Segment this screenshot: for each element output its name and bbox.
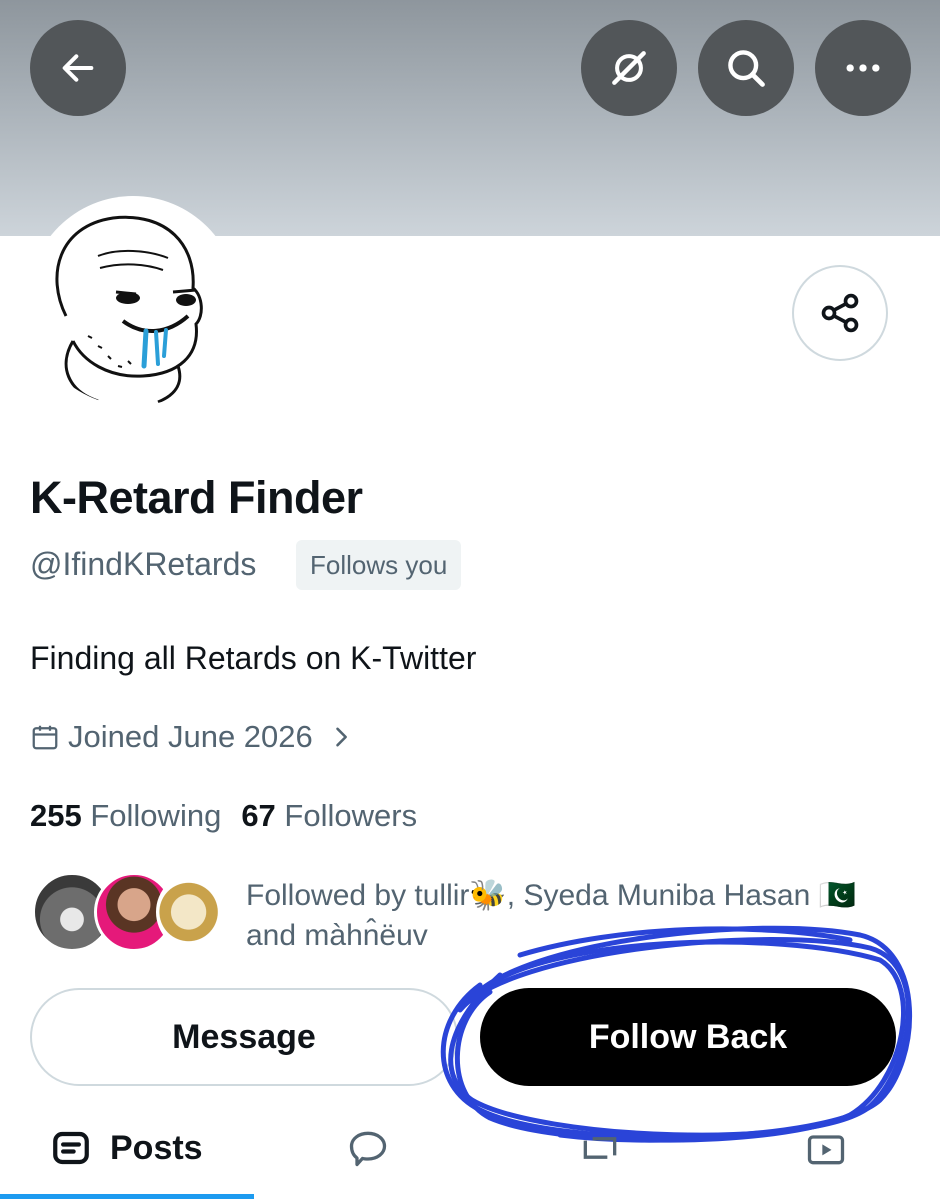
calendar-icon bbox=[32, 725, 58, 750]
followed-by-text[interactable]: Followed by tullir🐝, Syeda Muniba Hasan … bbox=[246, 876, 906, 956]
tab-posts-label: Posts bbox=[110, 1128, 203, 1167]
search-button[interactable] bbox=[698, 20, 794, 116]
search-icon bbox=[728, 50, 765, 87]
follows-you-badge: Follows you bbox=[296, 540, 462, 590]
back-button[interactable] bbox=[30, 20, 126, 116]
follow-back-button[interactable]: Follow Back bbox=[480, 988, 896, 1086]
grok-button[interactable] bbox=[581, 20, 677, 116]
message-button[interactable]: Message bbox=[30, 988, 458, 1086]
media-icon bbox=[807, 1135, 845, 1165]
followers-label: Followers bbox=[284, 798, 418, 833]
joined-date: Joined June 2026 bbox=[68, 719, 313, 754]
follower-avatar bbox=[156, 872, 236, 952]
more-button[interactable] bbox=[815, 20, 911, 116]
replies-icon bbox=[349, 1131, 387, 1167]
highlights-icon bbox=[583, 1137, 617, 1159]
followers-link[interactable]: 67 Followers bbox=[241, 798, 417, 834]
following-count: 255 bbox=[30, 798, 82, 833]
share-icon bbox=[821, 293, 859, 333]
user-handle: @IfindKRetards bbox=[30, 546, 257, 582]
tab-posts[interactable]: Posts bbox=[50, 1118, 203, 1178]
following-link[interactable]: 255 Following bbox=[30, 798, 221, 834]
profile-bio: Finding all Retards on K-Twitter bbox=[30, 640, 477, 676]
profile-avatar[interactable] bbox=[28, 196, 238, 406]
grok-icon bbox=[612, 51, 646, 85]
arrow-left-icon bbox=[62, 54, 94, 82]
more-icon bbox=[846, 64, 880, 72]
followed-by-line-2: and màhn̂ëuv bbox=[246, 919, 428, 952]
active-tab-indicator bbox=[0, 1194, 254, 1199]
avatar-face-drawing bbox=[55, 215, 203, 404]
following-label: Following bbox=[90, 798, 222, 833]
share-button[interactable] bbox=[792, 265, 888, 361]
posts-icon bbox=[53, 1131, 89, 1165]
chevron-right-icon bbox=[335, 727, 347, 747]
follow-stats: 255 Following 67 Followers bbox=[30, 798, 417, 834]
display-name: K-Retard Finder bbox=[30, 472, 363, 523]
followers-count: 67 bbox=[241, 798, 276, 833]
tab-replies[interactable] bbox=[346, 1118, 390, 1178]
followed-by-avatars[interactable] bbox=[32, 872, 236, 952]
tab-highlights[interactable] bbox=[578, 1118, 622, 1178]
followed-by-line-1: Followed by tullir🐝, Syeda Muniba Hasan … bbox=[246, 879, 856, 912]
joined-date-row[interactable]: Joined June 2026 bbox=[30, 719, 355, 755]
tab-media[interactable] bbox=[804, 1118, 848, 1178]
